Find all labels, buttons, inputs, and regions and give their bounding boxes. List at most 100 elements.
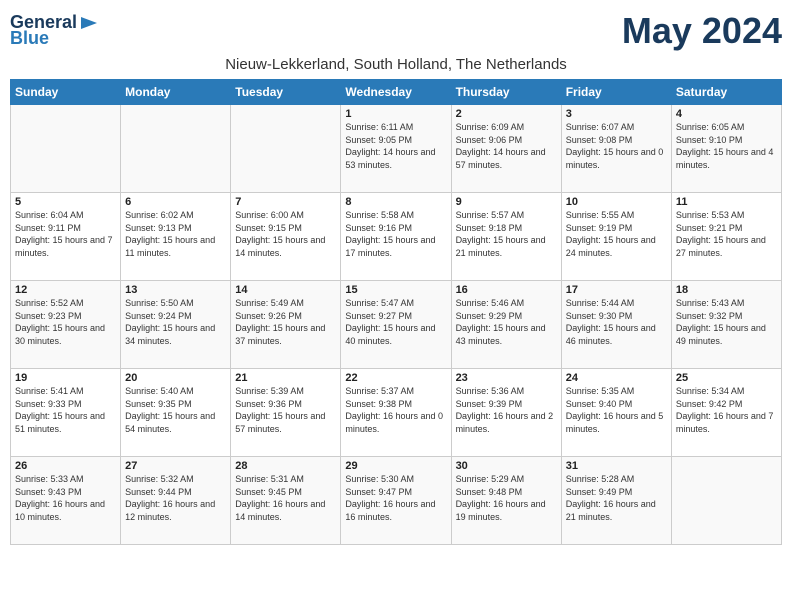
cell-info: Sunrise: 5:43 AM Sunset: 9:32 PM Dayligh…: [676, 297, 777, 347]
cell-info: Sunrise: 5:33 AM Sunset: 9:43 PM Dayligh…: [15, 473, 116, 523]
calendar-cell: 13Sunrise: 5:50 AM Sunset: 9:24 PM Dayli…: [121, 281, 231, 369]
calendar-week-row: 5Sunrise: 6:04 AM Sunset: 9:11 PM Daylig…: [11, 193, 782, 281]
calendar-cell: 20Sunrise: 5:40 AM Sunset: 9:35 PM Dayli…: [121, 369, 231, 457]
calendar-cell: 17Sunrise: 5:44 AM Sunset: 9:30 PM Dayli…: [561, 281, 671, 369]
calendar-table: SundayMondayTuesdayWednesdayThursdayFrid…: [10, 79, 782, 545]
calendar-cell: 11Sunrise: 5:53 AM Sunset: 9:21 PM Dayli…: [671, 193, 781, 281]
day-number: 5: [15, 196, 116, 208]
calendar-subtitle: Nieuw-Lekkerland, South Holland, The Net…: [10, 56, 782, 73]
day-number: 24: [566, 372, 667, 384]
cell-info: Sunrise: 6:09 AM Sunset: 9:06 PM Dayligh…: [456, 121, 557, 171]
calendar-week-row: 12Sunrise: 5:52 AM Sunset: 9:23 PM Dayli…: [11, 281, 782, 369]
cell-info: Sunrise: 5:36 AM Sunset: 9:39 PM Dayligh…: [456, 385, 557, 435]
weekday-header-row: SundayMondayTuesdayWednesdayThursdayFrid…: [11, 80, 782, 105]
cell-info: Sunrise: 6:02 AM Sunset: 9:13 PM Dayligh…: [125, 209, 226, 259]
day-number: 23: [456, 372, 557, 384]
calendar-cell: 4Sunrise: 6:05 AM Sunset: 9:10 PM Daylig…: [671, 105, 781, 193]
cell-info: Sunrise: 5:52 AM Sunset: 9:23 PM Dayligh…: [15, 297, 116, 347]
cell-info: Sunrise: 5:50 AM Sunset: 9:24 PM Dayligh…: [125, 297, 226, 347]
calendar-cell: 3Sunrise: 6:07 AM Sunset: 9:08 PM Daylig…: [561, 105, 671, 193]
cell-info: Sunrise: 5:37 AM Sunset: 9:38 PM Dayligh…: [345, 385, 446, 435]
calendar-cell: 16Sunrise: 5:46 AM Sunset: 9:29 PM Dayli…: [451, 281, 561, 369]
calendar-cell: 21Sunrise: 5:39 AM Sunset: 9:36 PM Dayli…: [231, 369, 341, 457]
day-number: 1: [345, 108, 446, 120]
day-number: 2: [456, 108, 557, 120]
day-number: 31: [566, 460, 667, 472]
calendar-cell: [121, 105, 231, 193]
calendar-cell: 2Sunrise: 6:09 AM Sunset: 9:06 PM Daylig…: [451, 105, 561, 193]
day-number: 18: [676, 284, 777, 296]
cell-info: Sunrise: 5:58 AM Sunset: 9:16 PM Dayligh…: [345, 209, 446, 259]
cell-info: Sunrise: 6:05 AM Sunset: 9:10 PM Dayligh…: [676, 121, 777, 171]
cell-info: Sunrise: 6:00 AM Sunset: 9:15 PM Dayligh…: [235, 209, 336, 259]
calendar-cell: 29Sunrise: 5:30 AM Sunset: 9:47 PM Dayli…: [341, 457, 451, 545]
logo-arrow-icon: [79, 13, 99, 33]
day-number: 4: [676, 108, 777, 120]
cell-info: Sunrise: 5:31 AM Sunset: 9:45 PM Dayligh…: [235, 473, 336, 523]
logo-text-blue: Blue: [10, 29, 49, 49]
day-number: 6: [125, 196, 226, 208]
cell-info: Sunrise: 5:32 AM Sunset: 9:44 PM Dayligh…: [125, 473, 226, 523]
calendar-cell: 27Sunrise: 5:32 AM Sunset: 9:44 PM Dayli…: [121, 457, 231, 545]
weekday-header: Sunday: [11, 80, 121, 105]
day-number: 25: [676, 372, 777, 384]
weekday-header: Saturday: [671, 80, 781, 105]
calendar-cell: 10Sunrise: 5:55 AM Sunset: 9:19 PM Dayli…: [561, 193, 671, 281]
day-number: 17: [566, 284, 667, 296]
calendar-cell: 9Sunrise: 5:57 AM Sunset: 9:18 PM Daylig…: [451, 193, 561, 281]
day-number: 13: [125, 284, 226, 296]
calendar-cell: 15Sunrise: 5:47 AM Sunset: 9:27 PM Dayli…: [341, 281, 451, 369]
calendar-cell: [231, 105, 341, 193]
calendar-cell: 14Sunrise: 5:49 AM Sunset: 9:26 PM Dayli…: [231, 281, 341, 369]
calendar-cell: 8Sunrise: 5:58 AM Sunset: 9:16 PM Daylig…: [341, 193, 451, 281]
cell-info: Sunrise: 5:46 AM Sunset: 9:29 PM Dayligh…: [456, 297, 557, 347]
calendar-cell: [11, 105, 121, 193]
weekday-header: Friday: [561, 80, 671, 105]
calendar-cell: 5Sunrise: 6:04 AM Sunset: 9:11 PM Daylig…: [11, 193, 121, 281]
cell-info: Sunrise: 5:30 AM Sunset: 9:47 PM Dayligh…: [345, 473, 446, 523]
calendar-cell: 24Sunrise: 5:35 AM Sunset: 9:40 PM Dayli…: [561, 369, 671, 457]
day-number: 22: [345, 372, 446, 384]
calendar-cell: [671, 457, 781, 545]
day-number: 29: [345, 460, 446, 472]
day-number: 27: [125, 460, 226, 472]
cell-info: Sunrise: 6:11 AM Sunset: 9:05 PM Dayligh…: [345, 121, 446, 171]
day-number: 3: [566, 108, 667, 120]
weekday-header: Tuesday: [231, 80, 341, 105]
day-number: 10: [566, 196, 667, 208]
day-number: 11: [676, 196, 777, 208]
day-number: 21: [235, 372, 336, 384]
day-number: 9: [456, 196, 557, 208]
calendar-week-row: 1Sunrise: 6:11 AM Sunset: 9:05 PM Daylig…: [11, 105, 782, 193]
cell-info: Sunrise: 5:55 AM Sunset: 9:19 PM Dayligh…: [566, 209, 667, 259]
calendar-cell: 25Sunrise: 5:34 AM Sunset: 9:42 PM Dayli…: [671, 369, 781, 457]
day-number: 28: [235, 460, 336, 472]
calendar-cell: 12Sunrise: 5:52 AM Sunset: 9:23 PM Dayli…: [11, 281, 121, 369]
page-header: General Blue May 2024: [10, 10, 782, 52]
cell-info: Sunrise: 5:40 AM Sunset: 9:35 PM Dayligh…: [125, 385, 226, 435]
calendar-cell: 7Sunrise: 6:00 AM Sunset: 9:15 PM Daylig…: [231, 193, 341, 281]
cell-info: Sunrise: 5:35 AM Sunset: 9:40 PM Dayligh…: [566, 385, 667, 435]
day-number: 8: [345, 196, 446, 208]
cell-info: Sunrise: 5:57 AM Sunset: 9:18 PM Dayligh…: [456, 209, 557, 259]
weekday-header: Wednesday: [341, 80, 451, 105]
cell-info: Sunrise: 5:53 AM Sunset: 9:21 PM Dayligh…: [676, 209, 777, 259]
cell-info: Sunrise: 5:29 AM Sunset: 9:48 PM Dayligh…: [456, 473, 557, 523]
calendar-cell: 1Sunrise: 6:11 AM Sunset: 9:05 PM Daylig…: [341, 105, 451, 193]
day-number: 19: [15, 372, 116, 384]
cell-info: Sunrise: 5:41 AM Sunset: 9:33 PM Dayligh…: [15, 385, 116, 435]
cell-info: Sunrise: 5:44 AM Sunset: 9:30 PM Dayligh…: [566, 297, 667, 347]
day-number: 26: [15, 460, 116, 472]
calendar-cell: 19Sunrise: 5:41 AM Sunset: 9:33 PM Dayli…: [11, 369, 121, 457]
day-number: 7: [235, 196, 336, 208]
cell-info: Sunrise: 5:47 AM Sunset: 9:27 PM Dayligh…: [345, 297, 446, 347]
weekday-header: Thursday: [451, 80, 561, 105]
cell-info: Sunrise: 5:28 AM Sunset: 9:49 PM Dayligh…: [566, 473, 667, 523]
cell-info: Sunrise: 5:39 AM Sunset: 9:36 PM Dayligh…: [235, 385, 336, 435]
day-number: 16: [456, 284, 557, 296]
calendar-cell: 22Sunrise: 5:37 AM Sunset: 9:38 PM Dayli…: [341, 369, 451, 457]
logo: General Blue: [10, 13, 99, 49]
calendar-cell: 31Sunrise: 5:28 AM Sunset: 9:49 PM Dayli…: [561, 457, 671, 545]
calendar-cell: 6Sunrise: 6:02 AM Sunset: 9:13 PM Daylig…: [121, 193, 231, 281]
calendar-cell: 30Sunrise: 5:29 AM Sunset: 9:48 PM Dayli…: [451, 457, 561, 545]
